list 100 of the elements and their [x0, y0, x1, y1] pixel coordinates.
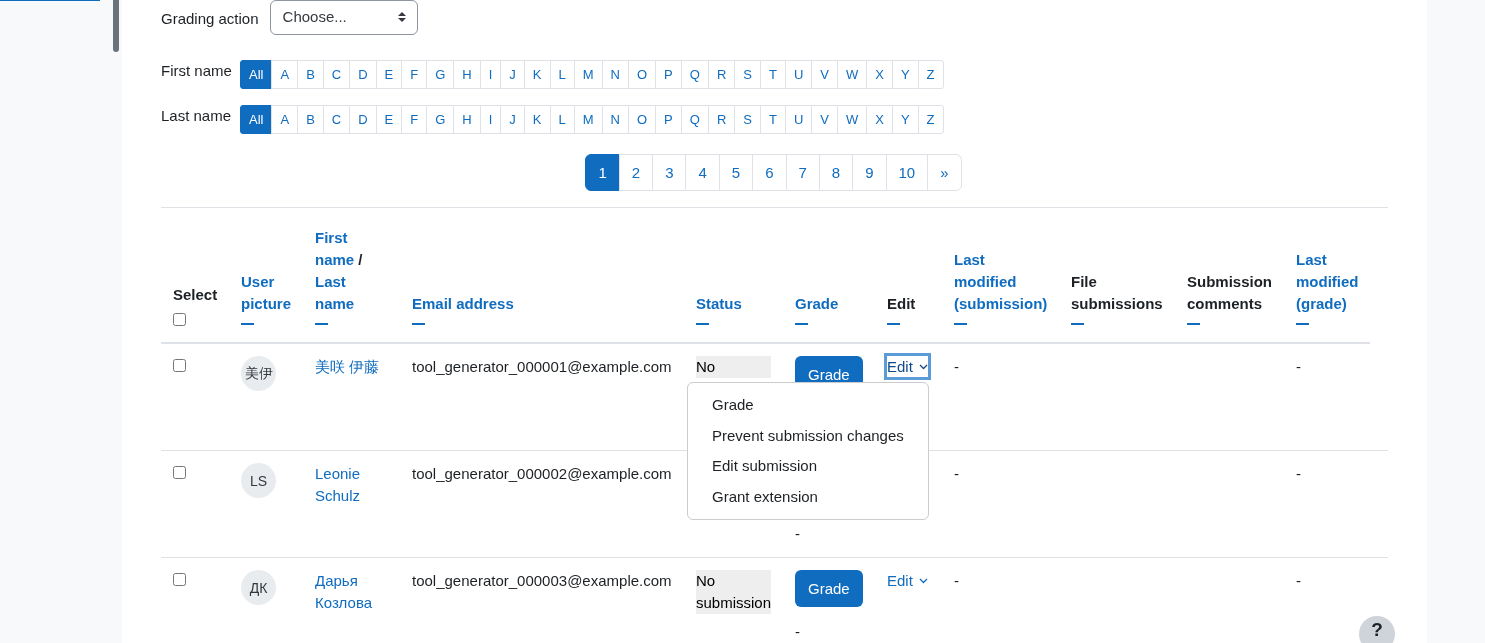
email-cell: tool_generator_000003@example.com: [412, 572, 672, 589]
initial-letter-button[interactable]: N: [601, 105, 629, 134]
select-all-checkbox[interactable]: [173, 313, 186, 326]
initial-letter-button[interactable]: H: [453, 60, 481, 89]
initial-letter-button[interactable]: J: [500, 105, 525, 134]
menu-item[interactable]: Grade: [688, 390, 928, 421]
initial-letter-button[interactable]: R: [707, 105, 736, 134]
initial-letter-button[interactable]: L: [549, 60, 575, 89]
page-button[interactable]: 9: [852, 154, 887, 191]
initial-letter-button[interactable]: A: [271, 60, 299, 89]
initial-letter-button[interactable]: P: [655, 105, 682, 134]
initial-letter-button[interactable]: Q: [680, 105, 709, 134]
initial-letter-button[interactable]: I: [479, 105, 502, 134]
initial-letter-button[interactable]: Z: [917, 60, 944, 89]
menu-item[interactable]: Prevent submission changes: [688, 420, 928, 451]
initial-letter-button[interactable]: X: [866, 60, 893, 89]
initial-letter-button[interactable]: T: [759, 105, 786, 134]
initial-letter-button[interactable]: Q: [680, 60, 709, 89]
initial-letter-button[interactable]: H: [453, 105, 481, 134]
initial-letter-button[interactable]: F: [401, 105, 428, 134]
column-header-link[interactable]: Status: [696, 293, 742, 315]
row-checkbox[interactable]: [173, 359, 186, 372]
initial-letter-button[interactable]: I: [479, 60, 502, 89]
initial-letter-button[interactable]: U: [784, 105, 813, 134]
initial-letter-button[interactable]: G: [426, 105, 455, 134]
page-button[interactable]: 1: [585, 154, 620, 191]
column-header-link[interactable]: Email address: [412, 293, 514, 315]
initial-letter-button[interactable]: Y: [891, 60, 919, 89]
initial-letter-button[interactable]: D: [349, 105, 377, 134]
last-modified-cell: -: [1296, 465, 1301, 482]
grading-action-label: Grading action: [161, 9, 259, 27]
page-button[interactable]: »: [927, 154, 962, 191]
grade-button[interactable]: Grade: [795, 570, 863, 607]
column-header: Submission comments: [1187, 272, 1272, 314]
initial-letter-button[interactable]: J: [500, 60, 525, 89]
grade-value: -: [795, 622, 800, 642]
last-modified-cell: -: [954, 358, 959, 375]
edit-menu-button[interactable]: Edit: [884, 567, 931, 594]
column-header-link[interactable]: User picture: [241, 271, 291, 315]
initial-letter-button[interactable]: C: [322, 105, 351, 134]
grade-value: -: [795, 524, 800, 544]
initial-letter-button[interactable]: R: [707, 60, 736, 89]
email-cell: tool_generator_000002@example.com: [412, 465, 672, 482]
initial-letter-button[interactable]: K: [523, 60, 551, 89]
column-header: Select: [173, 285, 218, 305]
initial-letter-button[interactable]: M: [573, 105, 603, 134]
email-cell: tool_generator_000001@example.com: [412, 358, 672, 375]
initial-letter-button[interactable]: All: [240, 105, 273, 134]
initial-letter-button[interactable]: V: [811, 105, 838, 134]
initial-letter-button[interactable]: S: [734, 60, 761, 89]
initial-letter-button[interactable]: G: [426, 60, 455, 89]
initial-letter-button[interactable]: N: [601, 60, 629, 89]
initial-letter-button[interactable]: S: [734, 105, 761, 134]
page-button[interactable]: 4: [685, 154, 720, 191]
initial-letter-button[interactable]: X: [866, 105, 893, 134]
page-button[interactable]: 10: [885, 154, 929, 191]
initial-letter-button[interactable]: F: [401, 60, 428, 89]
chevron-down-icon: [918, 363, 928, 370]
row-checkbox[interactable]: [173, 466, 186, 479]
avatar: LS: [241, 463, 276, 498]
initial-letter-button[interactable]: T: [759, 60, 786, 89]
page-button[interactable]: 7: [785, 154, 820, 191]
column-header: File submissions: [1071, 272, 1163, 314]
last-modified-cell: -: [954, 465, 959, 482]
user-name-link[interactable]: Дарья Козлова: [315, 570, 388, 614]
status-badge: No: [696, 356, 771, 378]
row-checkbox[interactable]: [173, 573, 186, 586]
column-header: First name / Last name: [315, 228, 364, 314]
page-button[interactable]: 6: [752, 154, 787, 191]
grading-action-select[interactable]: Choose...: [269, 0, 418, 35]
initial-letter-button[interactable]: U: [784, 60, 813, 89]
page-button[interactable]: 3: [652, 154, 687, 191]
initial-letter-button[interactable]: L: [549, 105, 575, 134]
status-badge: No submission: [696, 570, 771, 614]
menu-item[interactable]: Edit submission: [688, 451, 928, 482]
initial-letter-button[interactable]: All: [240, 60, 273, 89]
initials-filter-label: First name: [161, 61, 232, 79]
initial-letter-button[interactable]: Y: [891, 105, 919, 134]
initial-letter-button[interactable]: B: [297, 60, 324, 89]
initial-letter-button[interactable]: K: [523, 105, 551, 134]
initials-filter-label: Last name: [161, 106, 232, 124]
last-modified-cell: -: [954, 572, 959, 589]
initial-letter-button[interactable]: V: [811, 60, 838, 89]
user-name-link[interactable]: 美咲 伊藤: [315, 356, 388, 378]
edit-menu-button[interactable]: Edit: [884, 353, 931, 380]
initial-letter-button[interactable]: Z: [917, 105, 944, 134]
initial-letter-button[interactable]: D: [349, 60, 377, 89]
column-header-link[interactable]: Last modified (submission): [954, 249, 1048, 315]
column-header-link[interactable]: Last modified (grade): [1296, 249, 1359, 315]
initial-letter-button[interactable]: A: [271, 105, 299, 134]
initial-letter-button[interactable]: B: [297, 105, 324, 134]
menu-item[interactable]: Grant extension: [688, 481, 928, 512]
initial-letter-button[interactable]: C: [322, 60, 351, 89]
avatar: 美伊: [241, 356, 276, 391]
user-name-link[interactable]: Leonie Schulz: [315, 463, 388, 507]
column-header-link[interactable]: Grade: [795, 293, 839, 315]
initial-letter-button[interactable]: M: [573, 60, 603, 89]
column-header: Edit: [887, 294, 916, 314]
last-modified-cell: -: [1296, 572, 1301, 589]
initial-letter-button[interactable]: P: [655, 60, 682, 89]
